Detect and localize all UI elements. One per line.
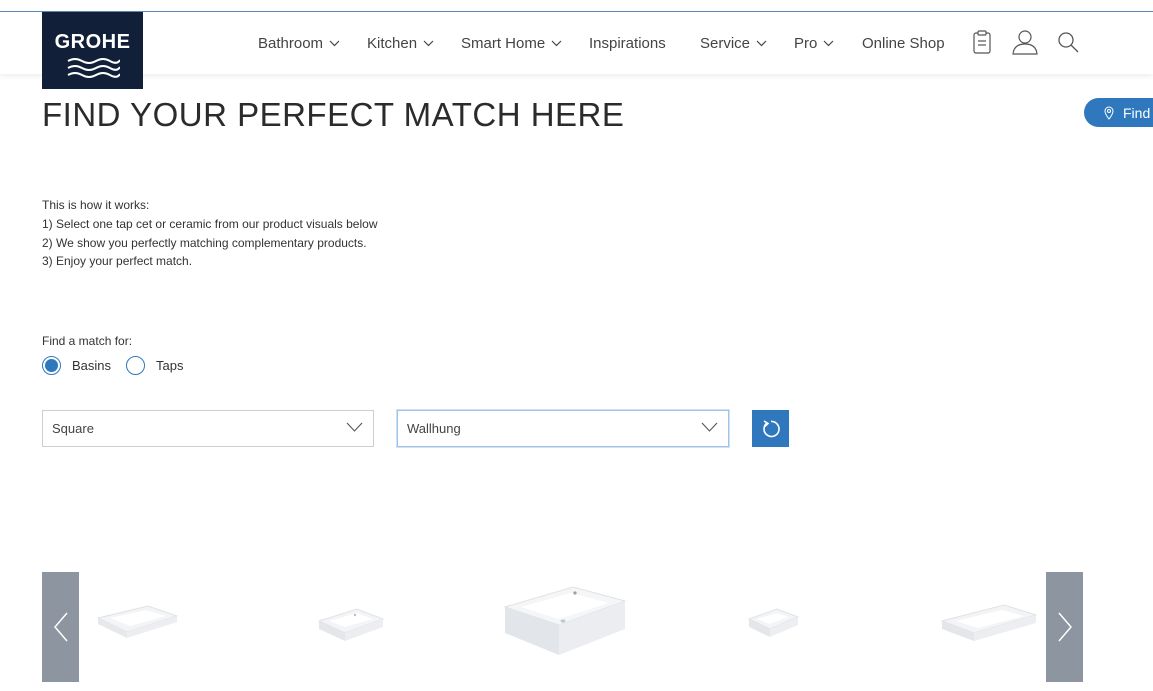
nav-item-inspirations[interactable]: Inspirations [589, 31, 666, 55]
select-value: Square [52, 421, 94, 436]
nav-item-service[interactable]: Service [700, 31, 767, 55]
find-button[interactable]: Find [1084, 98, 1153, 127]
chevron-down-icon [823, 40, 834, 47]
user-icon[interactable] [1011, 28, 1039, 56]
instructions-heading: This is how it works: [42, 198, 150, 212]
basin-image[interactable] [747, 607, 800, 639]
radio-basins[interactable]: Basins [42, 356, 111, 375]
location-pin-icon [1104, 106, 1114, 120]
clipboard-icon[interactable] [968, 28, 996, 56]
instructions: This is how it works: 1) Select one tap … [42, 196, 377, 271]
chevron-down-icon [346, 422, 363, 432]
nav-item-smart-home[interactable]: Smart Home [461, 31, 562, 55]
radio-label: Basins [72, 358, 112, 373]
radio-button-selected[interactable] [42, 356, 61, 375]
nav-label: Kitchen [367, 34, 418, 52]
chevron-down-icon [551, 40, 562, 47]
select-value: Wallhung [407, 421, 461, 436]
nav-label: Inspirations [589, 34, 666, 52]
radio-taps[interactable]: Taps [126, 356, 183, 375]
mounting-select[interactable]: Wallhung [397, 410, 729, 447]
nav-item-online-shop[interactable]: Online Shop [862, 31, 945, 55]
instruction-step: 3) Enjoy your perfect match. [42, 254, 193, 269]
shape-select[interactable]: Square [42, 410, 374, 447]
nav-item-pro[interactable]: Pro [794, 31, 834, 55]
page-title: FIND YOUR PERFECT MATCH HERE [42, 96, 625, 133]
nav-label: Online Shop [862, 34, 945, 52]
chevron-down-icon [701, 422, 718, 432]
nav-label: Pro [794, 34, 818, 52]
radio-label: Taps [156, 358, 184, 373]
match-label: Find a match for: [42, 334, 133, 348]
nav-item-kitchen[interactable]: Kitchen [367, 31, 434, 55]
basin-image[interactable] [503, 585, 627, 659]
chevron-down-icon [756, 40, 767, 47]
nav-label: Bathroom [258, 34, 324, 52]
logo-waves-icon [67, 58, 120, 78]
carousel-next-button[interactable] [1046, 572, 1083, 682]
reset-button[interactable] [752, 410, 789, 447]
chevron-left-icon [53, 612, 68, 642]
search-icon[interactable] [1054, 28, 1082, 56]
basin-image[interactable] [96, 602, 179, 642]
grohe-logo[interactable]: GROHE [42, 12, 143, 89]
basin-image[interactable] [317, 605, 385, 645]
carousel-prev-button[interactable] [42, 572, 79, 682]
chevron-down-icon [423, 40, 434, 47]
reset-icon [762, 419, 780, 437]
nav-item-bathroom[interactable]: Bathroom [258, 31, 340, 55]
chevron-right-icon [1057, 612, 1072, 642]
find-button-label: Find [1123, 104, 1151, 121]
chevron-down-icon [329, 40, 340, 47]
logo-text: GROHE [54, 31, 131, 53]
instruction-step: 2) We show you perfectly matching comple… [42, 235, 367, 250]
instruction-step: 1) Select one tap cet or ceramic from ou… [42, 216, 378, 231]
radio-button[interactable] [126, 356, 145, 375]
basin-image[interactable] [940, 603, 1038, 643]
nav-label: Service [700, 34, 751, 52]
nav-label: Smart Home [461, 34, 546, 52]
